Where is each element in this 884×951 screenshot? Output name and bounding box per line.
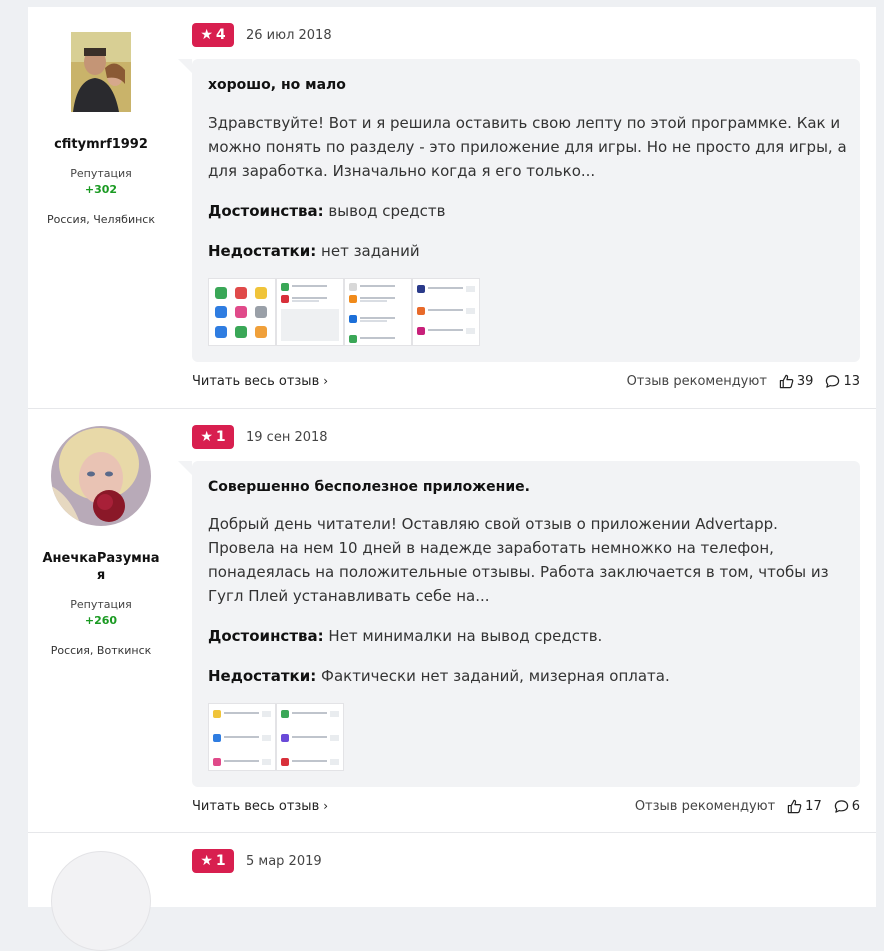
likes-count: 17: [805, 799, 822, 814]
reviews-panel: cfitymrf1992 Репутация +302 Россия, Челя…: [28, 7, 876, 951]
review-card: cfitymrf1992 Репутация +302 Россия, Челя…: [28, 7, 876, 409]
avatar[interactable]: [51, 426, 151, 526]
photo-thumbnail[interactable]: [276, 278, 344, 346]
thumbs-up-icon: [779, 374, 794, 389]
review-pros: Достоинства: вывод средств: [208, 202, 445, 220]
star-icon: ★: [200, 27, 213, 43]
chevron-right-icon: ›: [323, 374, 329, 388]
review-header: ★ 4 26 июл 2018: [192, 23, 332, 47]
review-date: 19 сен 2018: [246, 429, 328, 445]
review-text: Добрый день читатели! Оставляю свой отзы…: [208, 515, 829, 605]
comment-icon: [826, 375, 840, 388]
review-author: АнечкаРазумная Репутация +260 Россия, Во…: [28, 409, 174, 657]
review-pros: Достоинства: Нет минималки на вывод сред…: [208, 627, 602, 645]
review-content: ★ 1 19 сен 2018 Совершенно бесполезное п…: [178, 409, 860, 832]
read-more-label: Читать весь отзыв: [192, 374, 320, 389]
comments-count: 13: [843, 374, 860, 389]
pros-text: Нет минималки на вывод средств.: [328, 627, 603, 645]
cons-label: Недостатки:: [208, 242, 317, 260]
comments-count: 6: [851, 799, 860, 814]
review-content: ★ 1 5 мар 2019: [192, 833, 860, 913]
rating-badge: ★ 4: [192, 23, 234, 47]
recommend-label: Отзыв рекомендуют: [626, 374, 767, 389]
review-header: ★ 1 19 сен 2018: [192, 425, 328, 449]
review-stats: Отзыв рекомендуют 39 13: [627, 374, 860, 389]
rating-badge: ★ 1: [192, 849, 234, 873]
author-location: Россия, Челябинск: [47, 213, 155, 226]
review-card: ★ 1 5 мар 2019: [28, 833, 876, 951]
read-more-label: Читать весь отзыв: [192, 799, 320, 814]
photo-thumbnail[interactable]: [344, 278, 412, 346]
author-name[interactable]: АнечкаРазумная: [28, 550, 174, 584]
reputation-label: Репутация: [70, 598, 132, 611]
review-title[interactable]: хорошо, но мало: [208, 77, 346, 93]
review-cons: Недостатки: нет заданий: [208, 242, 420, 260]
photo-thumbnail[interactable]: [412, 278, 480, 346]
author-name[interactable]: cfitymrf1992: [28, 136, 174, 153]
review-photos: [208, 278, 480, 346]
review-text: Здравствуйте! Вот и я решила оставить св…: [208, 114, 847, 180]
review-date: 26 июл 2018: [246, 27, 332, 43]
reputation-value: +260: [84, 614, 118, 627]
reputation-label: Репутация: [70, 167, 132, 180]
thumbs-up-icon: [787, 799, 802, 814]
review-footer: Читать весь отзыв › Отзыв рекомендуют 39 …: [192, 374, 860, 394]
review-stats: Отзыв рекомендуют 17 6: [635, 799, 860, 814]
pros-label: Достоинства:: [208, 627, 324, 645]
pros-label: Достоинства:: [208, 202, 324, 220]
comment-icon: [834, 800, 848, 813]
review-author: cfitymrf1992 Репутация +302 Россия, Челя…: [28, 7, 174, 226]
photo-thumbnail[interactable]: [208, 703, 276, 771]
review-bubble: хорошо, но мало Здравствуйте! Вот и я ре…: [178, 59, 860, 362]
review-cons: Недостатки: Фактически нет заданий, мизе…: [208, 667, 670, 685]
reputation-value: +302: [84, 183, 118, 196]
review-date: 5 мар 2019: [246, 853, 322, 869]
rating-value: 4: [215, 27, 226, 43]
review-bubble: Совершенно бесполезное приложение. Добры…: [178, 461, 860, 787]
avatar[interactable]: [71, 32, 131, 112]
cons-text: нет заданий: [321, 242, 420, 260]
star-icon: ★: [200, 853, 213, 869]
cons-label: Недостатки:: [208, 667, 317, 685]
rating-value: 1: [215, 429, 226, 445]
recommend-label: Отзыв рекомендуют: [634, 799, 776, 814]
photo-thumbnail[interactable]: [276, 703, 344, 771]
like-button[interactable]: 17: [787, 799, 822, 814]
photo-thumbnail[interactable]: [208, 278, 276, 346]
star-icon: ★: [200, 429, 213, 445]
comments-button[interactable]: 6: [834, 799, 860, 814]
review-author: [28, 833, 174, 951]
likes-count: 39: [796, 374, 814, 389]
read-more-link[interactable]: Читать весь отзыв ›: [192, 799, 328, 814]
review-content: ★ 4 26 июл 2018 хорошо, но мало Здравств…: [178, 7, 860, 408]
comments-button[interactable]: 13: [825, 374, 860, 389]
review-title[interactable]: Совершенно бесполезное приложение.: [208, 479, 530, 495]
rating-badge: ★ 1: [192, 425, 234, 449]
review-photos: [208, 703, 344, 771]
review-card: АнечкаРазумная Репутация +260 Россия, Во…: [28, 409, 876, 833]
cons-text: Фактически нет заданий, мизерная оплата.: [321, 667, 670, 685]
chevron-right-icon: ›: [323, 799, 329, 813]
like-button[interactable]: 39: [779, 374, 814, 389]
rating-value: 1: [215, 853, 226, 869]
read-more-link[interactable]: Читать весь отзыв ›: [192, 374, 328, 389]
review-footer: Читать весь отзыв › Отзыв рекомендуют 17 …: [192, 799, 860, 819]
avatar[interactable]: [51, 851, 151, 951]
author-location: Россия, Воткинск: [50, 644, 152, 657]
pros-text: вывод средств: [328, 202, 446, 220]
review-header: ★ 1 5 мар 2019: [192, 849, 322, 873]
